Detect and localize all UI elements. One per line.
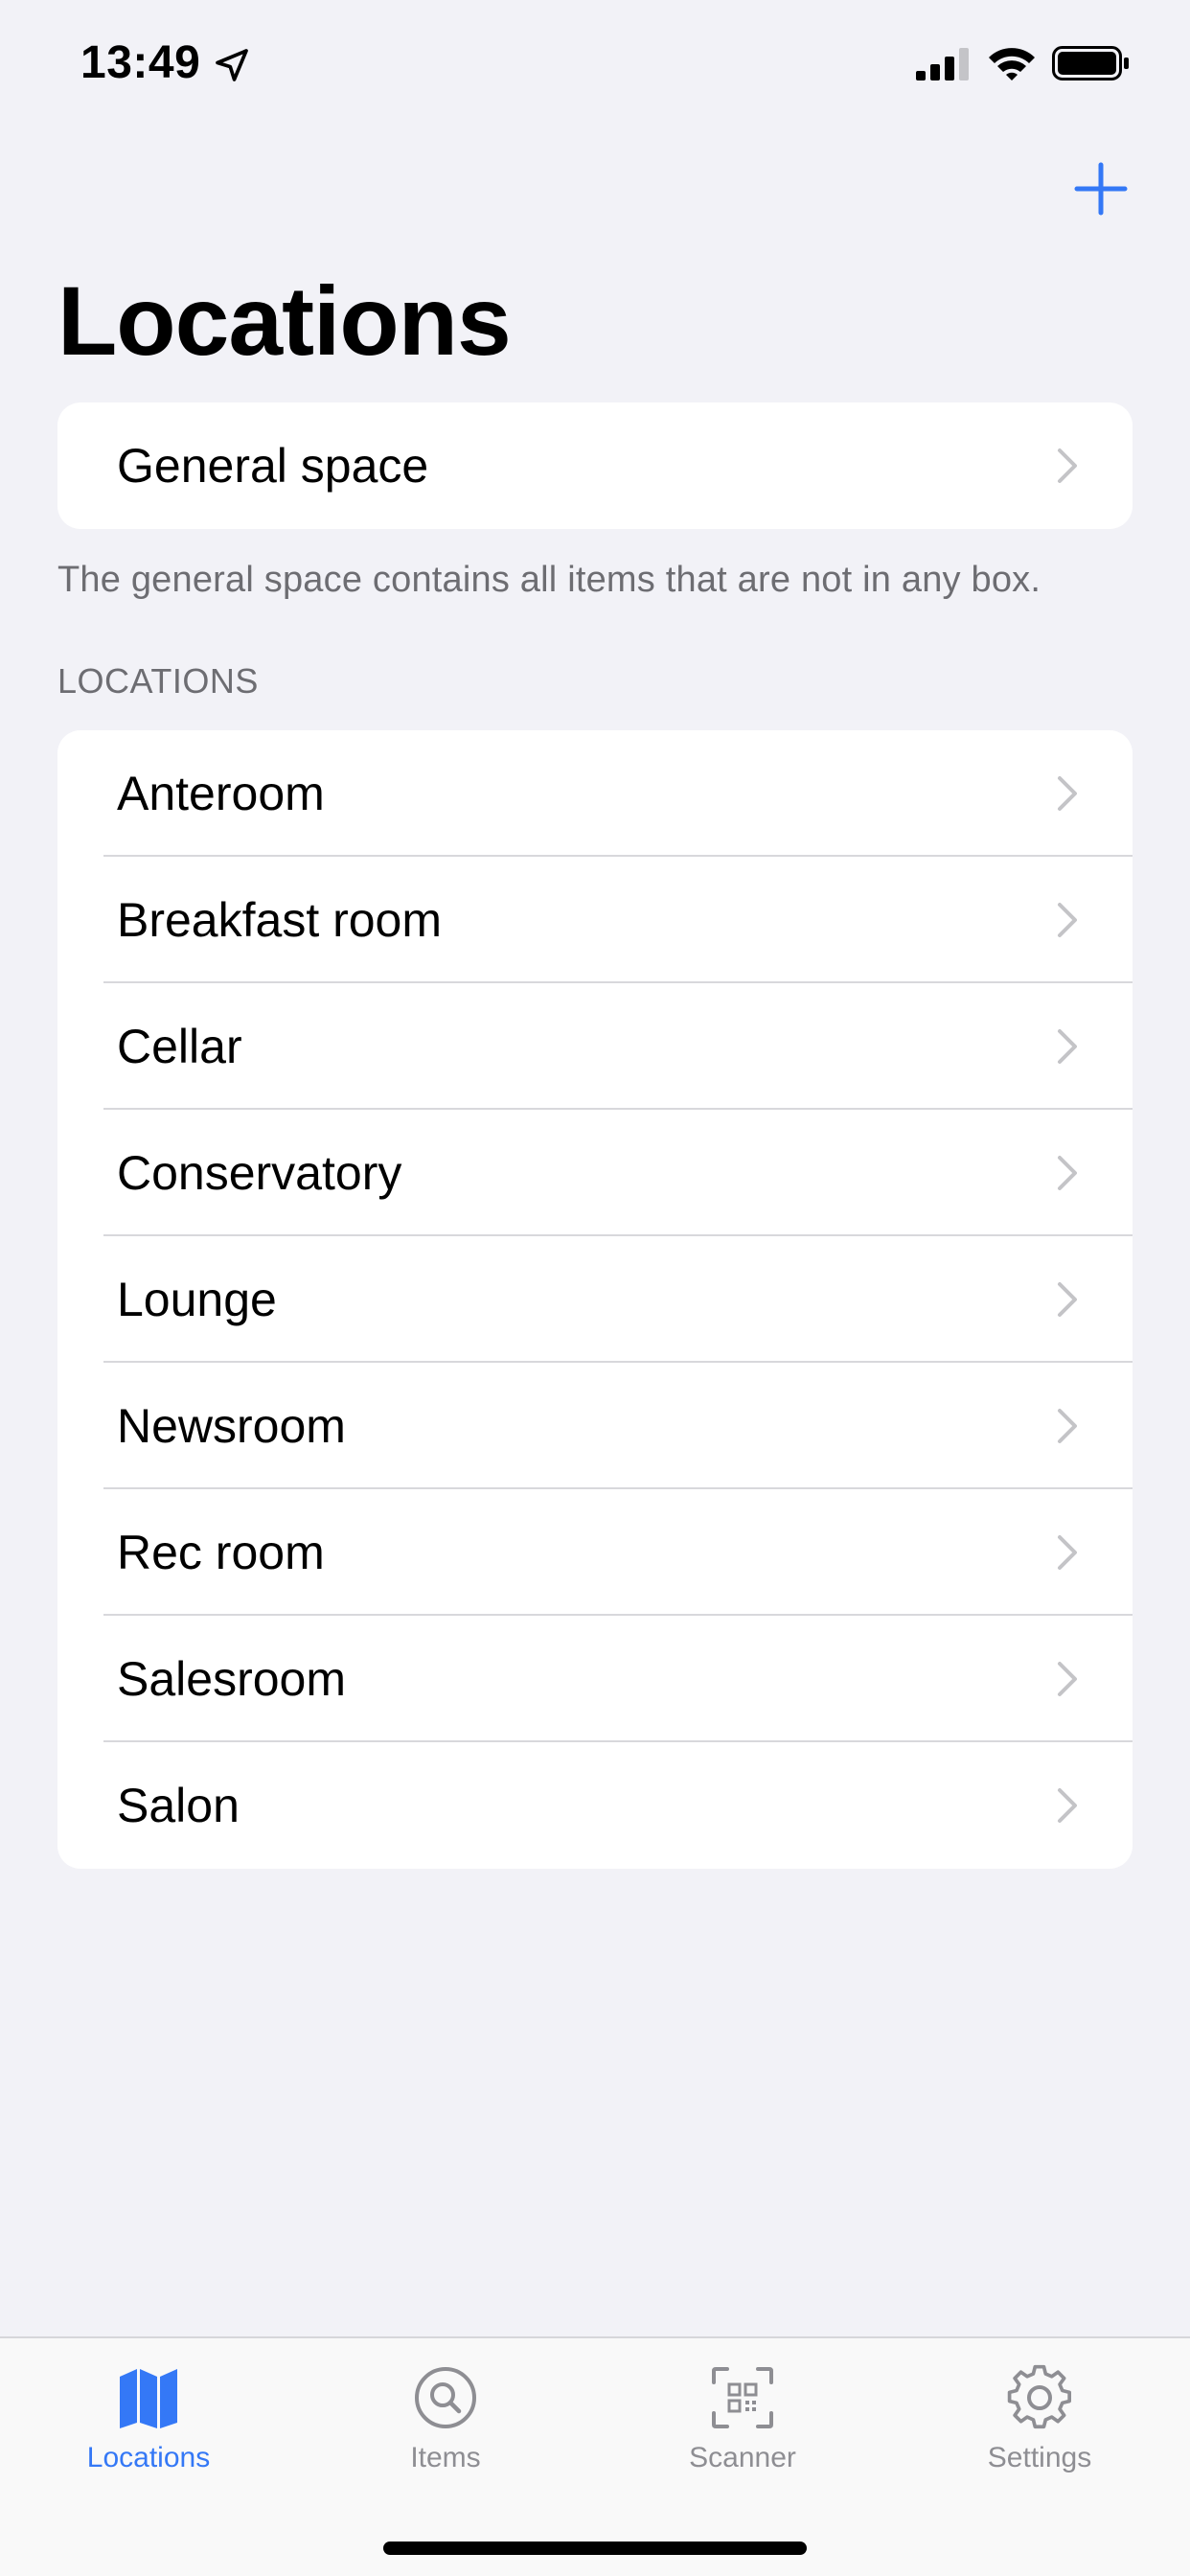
location-label: Cellar xyxy=(117,1020,242,1073)
map-icon xyxy=(120,2369,177,2428)
chevron-right-icon xyxy=(1058,1535,1077,1570)
qr-viewfinder-icon xyxy=(712,2367,773,2428)
tab-locations[interactable]: Locations xyxy=(0,2338,297,2501)
tab-label: Scanner xyxy=(689,2442,796,2473)
location-row-salon[interactable]: Salon xyxy=(57,1742,1133,1869)
chevron-right-icon xyxy=(1058,1662,1077,1696)
chevron-right-icon xyxy=(1058,1409,1077,1443)
location-row-cellar[interactable]: Cellar xyxy=(57,983,1133,1110)
chevron-right-icon xyxy=(1058,448,1077,483)
cellular-signal-icon xyxy=(916,48,969,80)
chevron-right-icon xyxy=(1058,1029,1077,1064)
screen: 13:49 Locations General space The genera… xyxy=(0,0,1190,2576)
chevron-right-icon xyxy=(1058,903,1077,937)
tab-label: Locations xyxy=(86,2442,211,2473)
location-row-lounge[interactable]: Lounge xyxy=(57,1236,1133,1363)
location-label: Rec room xyxy=(117,1526,325,1579)
location-label: Anteroom xyxy=(117,767,325,820)
location-label: Lounge xyxy=(117,1273,277,1326)
add-location-button[interactable] xyxy=(1071,159,1131,218)
tab-items[interactable]: Items xyxy=(297,2338,594,2501)
location-row-newsroom[interactable]: Newsroom xyxy=(57,1363,1133,1489)
location-label: Newsroom xyxy=(117,1399,346,1453)
status-bar: 13:49 xyxy=(0,0,1190,134)
general-space-label: General space xyxy=(117,439,429,493)
status-time: 13:49 xyxy=(80,37,201,88)
general-space-group: General space xyxy=(57,402,1133,529)
location-row-anteroom[interactable]: Anteroom xyxy=(57,730,1133,857)
tab-bar: Locations Items Scanner Settings xyxy=(0,2336,1190,2576)
location-label: Salon xyxy=(117,1779,240,1832)
battery-icon xyxy=(1052,46,1129,80)
location-row-rec-room[interactable]: Rec room xyxy=(57,1489,1133,1616)
magnifying-glass-icon xyxy=(415,2367,476,2428)
locations-section-header: LOCATIONS xyxy=(57,661,259,701)
location-row-salesroom[interactable]: Salesroom xyxy=(57,1616,1133,1742)
location-label: Conservatory xyxy=(117,1146,402,1200)
location-label: Salesroom xyxy=(117,1652,346,1706)
wifi-icon xyxy=(989,48,1035,80)
gear-icon xyxy=(1007,2364,1072,2429)
location-label: Breakfast room xyxy=(117,893,443,947)
location-row-conservatory[interactable]: Conservatory xyxy=(57,1110,1133,1236)
general-space-footer: The general space contains all items tha… xyxy=(57,560,1041,600)
chevron-right-icon xyxy=(1058,776,1077,811)
general-space-row[interactable]: General space xyxy=(57,402,1133,529)
chevron-right-icon xyxy=(1058,1282,1077,1317)
chevron-right-icon xyxy=(1058,1156,1077,1190)
chevron-right-icon xyxy=(1058,1788,1077,1823)
locations-list: Anteroom Breakfast room Cellar Conservat… xyxy=(57,730,1133,1869)
location-row-breakfast-room[interactable]: Breakfast room xyxy=(57,857,1133,983)
tab-label: Settings xyxy=(987,2442,1092,2473)
location-arrow-icon xyxy=(216,49,248,81)
tab-settings[interactable]: Settings xyxy=(891,2338,1188,2501)
home-indicator xyxy=(383,2542,807,2555)
tab-label: Items xyxy=(410,2442,481,2473)
page-title: Locations xyxy=(57,266,512,376)
tab-scanner[interactable]: Scanner xyxy=(594,2338,891,2501)
